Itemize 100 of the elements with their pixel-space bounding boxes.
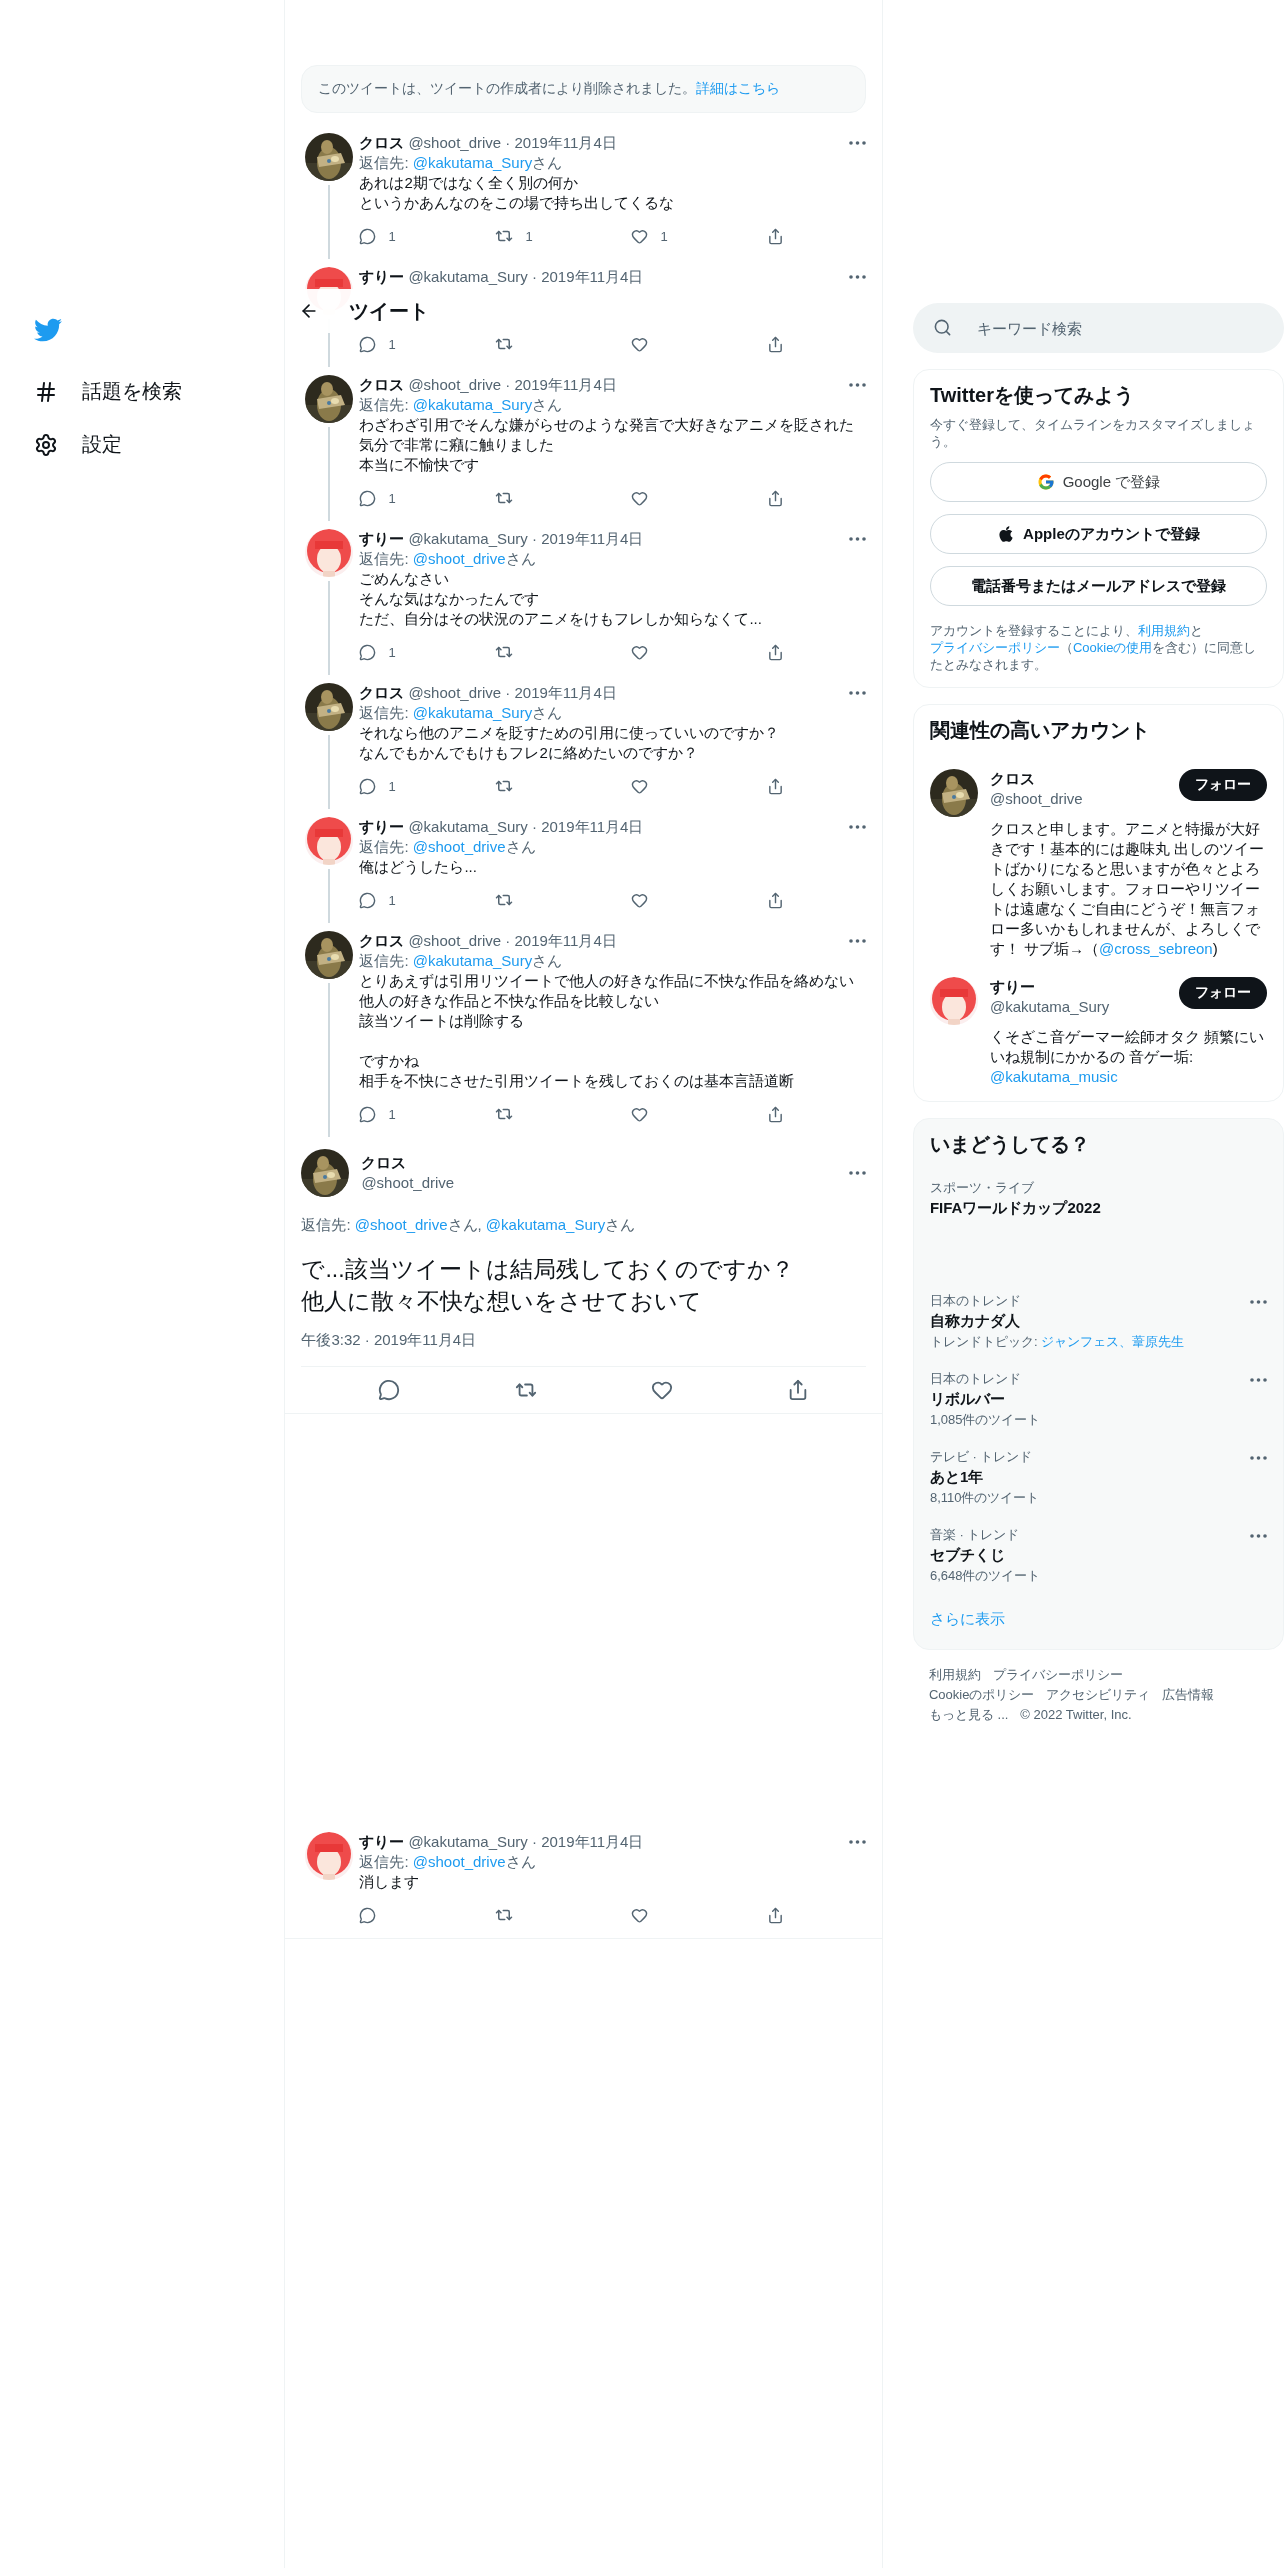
reply-to-line: 返信先: @kakutama_Suryさん bbox=[359, 951, 564, 971]
heart-icon bbox=[631, 227, 649, 245]
share-button[interactable] bbox=[767, 643, 785, 661]
like-button[interactable]: 1 bbox=[631, 227, 668, 245]
author-name: すりー bbox=[359, 1832, 405, 1852]
trend-count: 6,648件のツイート bbox=[929, 1567, 1041, 1584]
sidebar-item[interactable]: 話題を検索 bbox=[30, 372, 186, 411]
footer-link[interactable]: プライバシーポリシー bbox=[992, 1666, 1123, 1684]
more-button[interactable] bbox=[1250, 1456, 1267, 1460]
speech-bubble-icon bbox=[359, 1105, 377, 1123]
tweet-text-line: で...該当ツイートは結局残しておくのですか？ bbox=[301, 1255, 795, 1284]
more-button[interactable] bbox=[848, 1171, 866, 1175]
like-button[interactable] bbox=[631, 1105, 649, 1123]
follow-button[interactable]: フォロー bbox=[1179, 769, 1267, 801]
speech-bubble-icon bbox=[359, 335, 377, 353]
reply-button[interactable]: 1 bbox=[359, 227, 396, 245]
footer-link[interactable]: Cookieのポリシー bbox=[928, 1686, 1035, 1704]
bird-logo-icon[interactable] bbox=[34, 316, 62, 344]
share-icon bbox=[767, 1105, 785, 1123]
more-icon bbox=[1250, 1378, 1267, 1382]
more-button[interactable] bbox=[1250, 1300, 1267, 1304]
like-button[interactable] bbox=[631, 891, 649, 909]
more-button[interactable] bbox=[1250, 1378, 1267, 1382]
reply-button[interactable] bbox=[359, 1906, 377, 1924]
tweet-text-line: ただ、自分はその状況のアニメをけもフレしか知らなくて... bbox=[359, 609, 763, 629]
reply-button[interactable]: 1 bbox=[359, 643, 396, 661]
share-button[interactable] bbox=[767, 227, 785, 245]
card-title: Twitterを使ってみよう bbox=[929, 383, 1135, 408]
tweet-text-line: あれは2期ではなく全く別の何か bbox=[359, 173, 579, 193]
more-icon bbox=[848, 1840, 866, 1844]
reply-button[interactable]: 1 bbox=[359, 891, 396, 909]
more-button[interactable] bbox=[848, 939, 866, 943]
more-icon bbox=[848, 275, 866, 279]
more-icon bbox=[1250, 1456, 1267, 1460]
like-button[interactable] bbox=[631, 489, 649, 507]
more-button[interactable] bbox=[848, 141, 866, 145]
tweet-text-line: そんな気はなかったんです bbox=[359, 589, 541, 609]
trend-context: テレビ · トレンド bbox=[929, 1448, 1034, 1465]
more-icon bbox=[848, 537, 866, 541]
tweet-text-line: 本当に不愉快です bbox=[359, 455, 481, 475]
footer-link[interactable]: 広告情報 bbox=[1162, 1686, 1215, 1704]
trend-name[interactable]: あと1年 bbox=[929, 1467, 1040, 1487]
trend-context: スポーツ・ライブ bbox=[929, 1179, 1035, 1196]
more-icon bbox=[848, 1171, 866, 1175]
trend-context: 日本のトレンド bbox=[929, 1370, 1022, 1387]
sidebar-item[interactable]: 設定 bbox=[30, 425, 126, 464]
retweet-button[interactable]: 1 bbox=[495, 227, 533, 245]
speech-bubble-icon bbox=[359, 489, 377, 507]
follow-button[interactable]: フォロー bbox=[1179, 977, 1267, 1009]
footer-link[interactable]: 利用規約 bbox=[928, 1666, 981, 1684]
reply-to-line: 返信先: @shoot_driveさん, @kakutama_Suryさん bbox=[301, 1215, 637, 1235]
like-button[interactable] bbox=[650, 1379, 673, 1401]
more-button[interactable] bbox=[848, 825, 866, 829]
trend-context: 日本のトレンド bbox=[929, 1292, 1022, 1309]
more-button[interactable] bbox=[848, 691, 866, 695]
share-button[interactable] bbox=[767, 1105, 785, 1123]
reply-button[interactable] bbox=[378, 1379, 401, 1401]
signup-button[interactable]: 電話番号またはメールアドレスで登録 bbox=[929, 566, 1267, 606]
trend-name[interactable]: FIFAワールドカップ2022 bbox=[929, 1198, 1101, 1218]
signup-button[interactable]: Appleのアカウントで登録 bbox=[929, 514, 1267, 554]
share-button[interactable] bbox=[767, 489, 785, 507]
more-button[interactable] bbox=[848, 275, 866, 279]
signup-button[interactable]: Google で登録 bbox=[929, 462, 1267, 502]
trend-name[interactable]: 自称カナダ人 bbox=[929, 1311, 1185, 1331]
more-icon bbox=[848, 825, 866, 829]
more-button[interactable] bbox=[848, 537, 866, 541]
account-name: すりー bbox=[989, 977, 1036, 997]
more-button[interactable] bbox=[1250, 1534, 1267, 1538]
tweet-timestamp: 午後3:32 · 2019年11月4日 bbox=[301, 1331, 866, 1367]
footer-link[interactable]: もっと見る ... bbox=[928, 1706, 1009, 1724]
trend-name[interactable]: リボルバー bbox=[929, 1389, 1041, 1409]
tweet-meta: @shoot_drive · 2019年11月4日 bbox=[408, 375, 618, 395]
footer-link[interactable]: © 2022 Twitter, Inc. bbox=[1020, 1706, 1132, 1724]
trend-name[interactable]: セブチくじ bbox=[929, 1545, 1041, 1565]
share-button[interactable] bbox=[767, 891, 785, 909]
author-handle: @shoot_drive bbox=[361, 1173, 456, 1193]
like-button[interactable] bbox=[631, 777, 649, 795]
share-button[interactable] bbox=[767, 777, 785, 795]
reply-button[interactable]: 1 bbox=[359, 1105, 396, 1123]
reply-to-line: 返信先: @shoot_driveさん bbox=[359, 549, 537, 569]
more-button[interactable] bbox=[848, 1840, 866, 1844]
more-button[interactable] bbox=[848, 383, 866, 387]
share-button[interactable] bbox=[767, 335, 785, 353]
reply-button[interactable]: 1 bbox=[359, 335, 396, 353]
share-button[interactable] bbox=[767, 1906, 785, 1924]
signup-subtitle: 今すぐ登録して、タイムラインをカスタマイズしましょう。 bbox=[929, 416, 1256, 450]
speech-bubble-icon bbox=[359, 777, 377, 795]
like-button[interactable] bbox=[631, 335, 649, 353]
reply-button[interactable]: 1 bbox=[359, 777, 396, 795]
reply-to-line: 返信先: @shoot_driveさん bbox=[359, 837, 537, 857]
like-button[interactable] bbox=[631, 1906, 649, 1924]
reply-button[interactable]: 1 bbox=[359, 489, 396, 507]
search-field[interactable]: キーワード検索 bbox=[912, 303, 1284, 353]
legal-text: アカウントを登録することにより、利用規約 と プライバシーポリシー（Cookieの使用を含む）に同意したとみなされます。 bbox=[929, 622, 1258, 673]
footer-link[interactable]: アクセシビリティ bbox=[1046, 1686, 1151, 1704]
reply-to-line: 返信先: @kakutama_Suryさん bbox=[359, 703, 564, 723]
author-name: すりー bbox=[359, 817, 405, 837]
deleted-notice: このツイートは、ツイートの作成者により削除されました。詳細はこちら bbox=[301, 65, 866, 113]
like-button[interactable] bbox=[631, 643, 649, 661]
tweet-text-line: 俺はどうしたら... bbox=[359, 857, 478, 877]
